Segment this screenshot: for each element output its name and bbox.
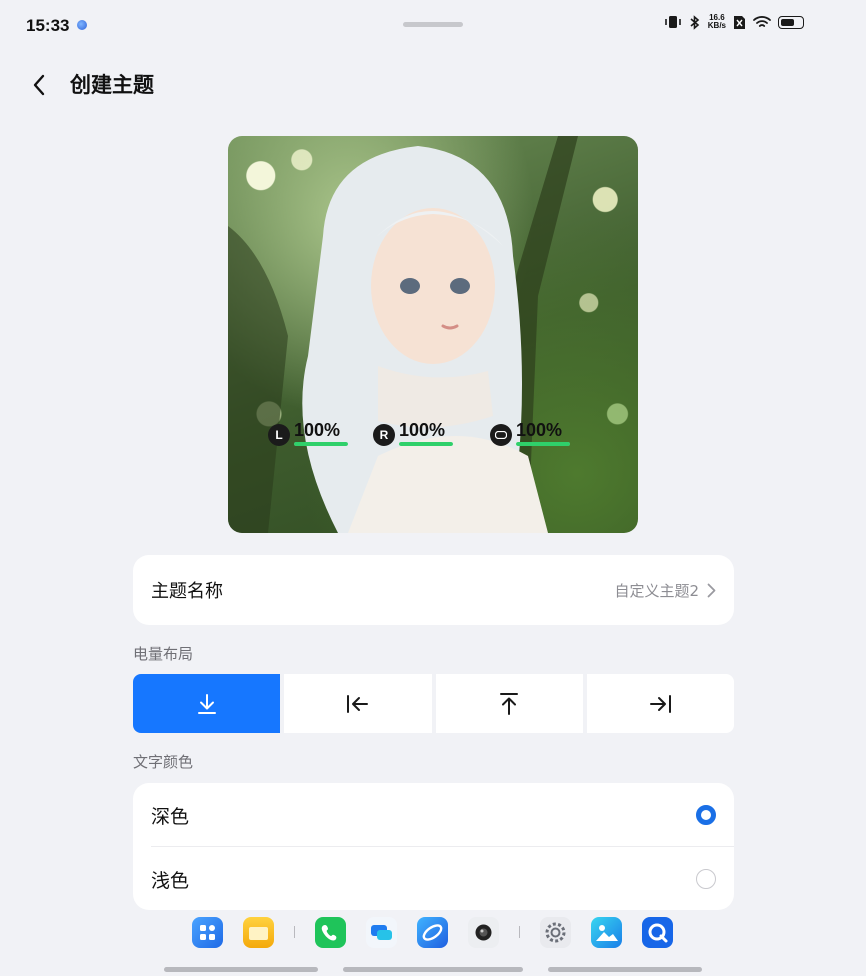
nav-bar-center[interactable] <box>343 967 523 972</box>
wifi-icon <box>753 15 771 29</box>
phone-icon[interactable] <box>315 916 346 948</box>
browser-icon[interactable] <box>417 916 448 948</box>
option-label: 浅色 <box>151 869 190 892</box>
battery-level-bar <box>399 442 453 446</box>
theme-name-row[interactable]: 主题名称 自定义主题2 <box>133 555 734 625</box>
nav-bar-right[interactable] <box>548 967 702 972</box>
back-button[interactable] <box>24 70 54 100</box>
theme-preview: L 100% R 100% 100% <box>228 136 638 533</box>
text-color-options: 深色 浅色 <box>133 783 734 910</box>
messages-icon[interactable] <box>366 916 397 948</box>
battery-layout-label: 电量布局 <box>133 645 194 663</box>
network-speed: 16.6 KB/s <box>707 13 726 30</box>
case-badge <box>490 424 512 446</box>
battery-layout-selector <box>133 674 734 733</box>
layout-option-right[interactable] <box>586 674 734 733</box>
status-time: 15:33 <box>26 16 70 35</box>
battery-percent: 100% <box>399 420 446 440</box>
right-earbud-badge: R <box>373 424 395 446</box>
arrow-left-to-line-icon <box>346 694 368 713</box>
layout-option-bottom[interactable] <box>133 674 281 733</box>
text-color-dark-option[interactable]: 深色 <box>133 783 734 847</box>
chevron-left-icon <box>33 74 45 96</box>
dock-separator <box>294 926 295 938</box>
preview-battery-right: R 100% <box>373 420 453 446</box>
arrow-down-to-line-icon <box>197 693 216 714</box>
chevron-right-icon <box>707 583 716 598</box>
search-icon[interactable] <box>642 916 673 948</box>
battery-level-bar <box>294 442 348 446</box>
preview-battery-left: L 100% <box>268 420 348 446</box>
status-icons: 16.6 KB/s <box>664 14 804 30</box>
text-color-light-option[interactable]: 浅色 <box>133 847 734 911</box>
notification-app-icon <box>77 20 87 30</box>
file-manager-icon[interactable] <box>243 916 274 948</box>
page-title: 创建主题 <box>70 73 154 97</box>
arrow-right-to-line-icon <box>650 694 672 713</box>
layout-option-left[interactable] <box>284 674 432 733</box>
left-earbud-badge: L <box>268 424 290 446</box>
option-label: 深色 <box>151 805 190 828</box>
anime-girl-illustration <box>228 136 578 533</box>
gallery-icon[interactable] <box>591 916 622 948</box>
app-store-icon[interactable] <box>192 916 223 948</box>
radio-button[interactable] <box>696 869 716 889</box>
theme-name-value: 自定义主题2 <box>614 581 699 600</box>
layout-option-top[interactable] <box>435 674 583 733</box>
dock-separator <box>519 926 520 938</box>
theme-name-label: 主题名称 <box>151 581 223 602</box>
preview-battery-case: 100% <box>490 420 570 446</box>
case-icon <box>495 431 507 439</box>
window-grab-handle[interactable] <box>403 22 463 27</box>
no-sim-icon <box>733 15 746 30</box>
arrow-up-to-line-icon <box>500 692 519 715</box>
app-dock <box>192 916 693 948</box>
battery-percent: 100% <box>516 420 563 440</box>
text-color-label: 文字颜色 <box>133 753 194 771</box>
vibrate-icon <box>664 15 682 29</box>
nav-bar-left[interactable] <box>164 967 318 972</box>
radio-button[interactable] <box>696 805 716 825</box>
battery-level-bar <box>516 442 570 446</box>
battery-icon <box>778 15 804 29</box>
bluetooth-icon <box>689 14 701 30</box>
battery-percent: 100% <box>294 420 341 440</box>
camera-icon[interactable] <box>468 916 499 948</box>
settings-icon[interactable] <box>540 916 571 948</box>
